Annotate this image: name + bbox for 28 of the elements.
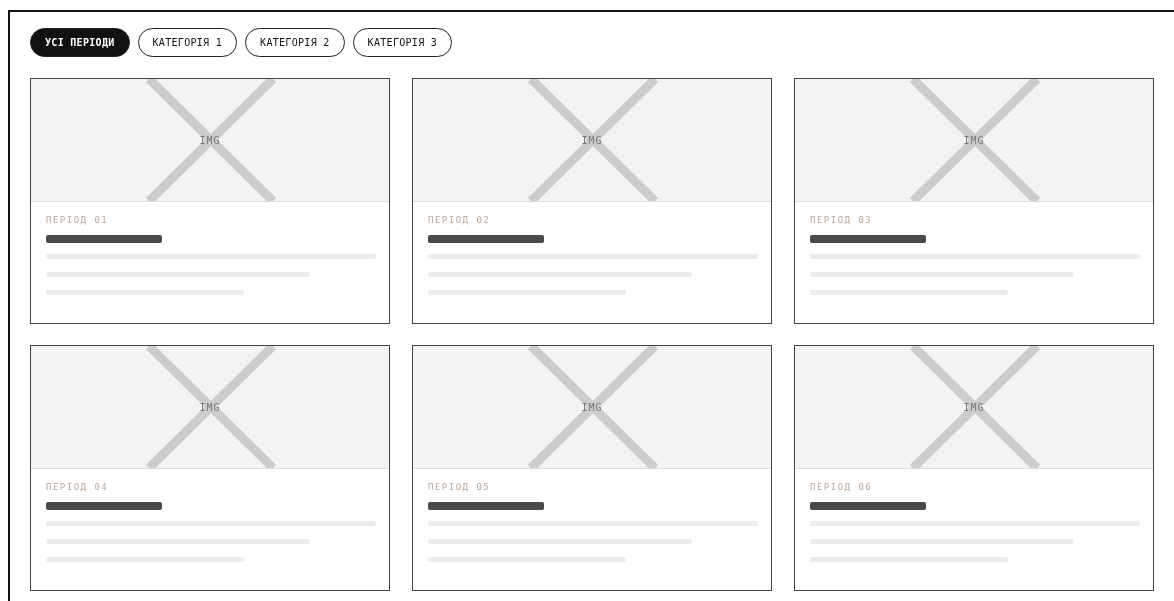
- cross-icon: [528, 346, 658, 468]
- cross-icon: [910, 79, 1040, 201]
- period-label: ПЕРІОД 04: [46, 482, 109, 494]
- period-label: ПЕРІОД 02: [428, 215, 491, 227]
- period-label: ПЕРІОД 06: [810, 482, 873, 494]
- cross-icon: [146, 79, 276, 201]
- filter-tab[interactable]: КАТЕГОРІЯ 3: [352, 28, 453, 57]
- period-label: ПЕРІОД 01: [46, 215, 109, 227]
- filter-tab[interactable]: КАТЕГОРІЯ 1: [137, 28, 238, 57]
- cross-icon: [146, 346, 276, 468]
- image-label: IMG: [963, 134, 985, 146]
- cross-icon: [528, 79, 658, 201]
- card[interactable]: IMG ПЕРІОД 04: [30, 345, 390, 591]
- image-label: IMG: [199, 134, 221, 146]
- cross-icon: [910, 346, 1040, 468]
- card[interactable]: IMG ПЕРІОД 06: [794, 345, 1154, 591]
- card[interactable]: IMG ПЕРІОД 02: [412, 78, 772, 324]
- image-label: IMG: [199, 401, 221, 413]
- image-label: IMG: [963, 401, 985, 413]
- card[interactable]: IMG ПЕРІОД 01: [30, 78, 390, 324]
- period-label: ПЕРІОД 03: [810, 215, 873, 227]
- image-label: IMG: [581, 401, 603, 413]
- card[interactable]: IMG ПЕРІОД 05: [412, 345, 772, 591]
- period-label: ПЕРІОД 05: [428, 482, 491, 494]
- filter-tab[interactable]: УСІ ПЕРІОДИ: [30, 28, 130, 57]
- image-label: IMG: [581, 134, 603, 146]
- card[interactable]: IMG ПЕРІОД 03: [794, 78, 1154, 324]
- filter-tab[interactable]: КАТЕГОРІЯ 2: [245, 28, 345, 57]
